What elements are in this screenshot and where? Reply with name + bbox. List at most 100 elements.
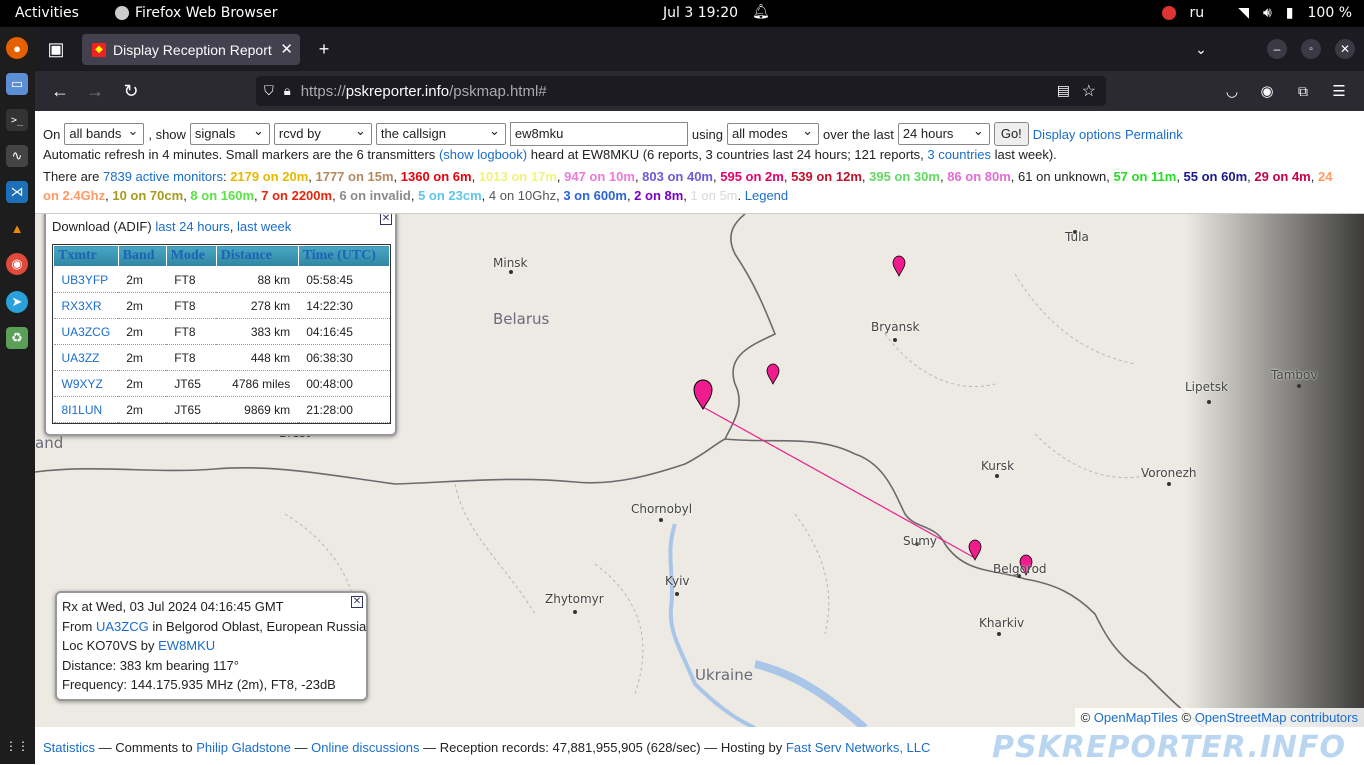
- minimize-icon[interactable]: –: [1267, 39, 1287, 59]
- night-shading: [1185, 214, 1364, 727]
- modes-select[interactable]: all modes: [727, 123, 819, 145]
- menu-icon[interactable]: ☰: [1328, 80, 1350, 102]
- show-apps-icon[interactable]: ⋮⋮: [5, 735, 29, 757]
- cell-mode: JT65: [166, 396, 217, 423]
- direction-select[interactable]: rcvd by: [273, 123, 372, 145]
- receiver-marker[interactable]: [693, 379, 713, 411]
- show-logbook-link[interactable]: (show logbook): [439, 147, 527, 162]
- chrome-tray-icon[interactable]: [1161, 6, 1176, 20]
- hosting-link[interactable]: Fast Serv Networks, LLC: [786, 740, 931, 755]
- reports-popup-close-icon[interactable]: ✕: [380, 214, 392, 225]
- vlc-dock-icon[interactable]: ▲: [6, 217, 28, 239]
- trash-dock-icon[interactable]: ♻: [6, 327, 28, 349]
- url-path: /pskmap.html#: [449, 82, 547, 100]
- firefox-view-icon[interactable]: ▣: [45, 38, 67, 60]
- vscode-dock-icon[interactable]: ⋊: [6, 181, 28, 203]
- cell-txmtr[interactable]: 8I1LUN: [53, 396, 119, 423]
- account-icon[interactable]: ◉: [1256, 80, 1278, 102]
- cell-distance: 383 km: [216, 318, 299, 345]
- back-icon[interactable]: ←: [49, 80, 71, 102]
- cell-txmtr[interactable]: UA3ZCG: [53, 318, 119, 345]
- tx-marker-ua3zcg[interactable]: [968, 539, 982, 561]
- th-time[interactable]: Time (UTC): [297, 245, 391, 267]
- tab-display-reception-report[interactable]: ◆ Display Reception Report ✕: [82, 34, 300, 65]
- dock: ● ▭ >_ ∿ ⋊ ▲ ◉ ➤ ♻ ⋮⋮: [0, 27, 35, 764]
- openmaptiles-link[interactable]: OpenMapTiles: [1094, 710, 1178, 725]
- philip-gladstone-link[interactable]: Philip Gladstone: [196, 740, 291, 755]
- callsign-input[interactable]: ew8mku: [509, 122, 688, 146]
- reader-view-icon[interactable]: ▤: [1057, 82, 1070, 99]
- active-monitors-link[interactable]: 7839 active monitors: [103, 169, 223, 184]
- target-select[interactable]: the callsign: [375, 123, 506, 145]
- cell-txmtr[interactable]: UA3ZZ: [53, 344, 119, 371]
- download-24h-link[interactable]: last 24 hours: [155, 219, 229, 234]
- terminal-dock-icon[interactable]: >_: [6, 109, 28, 131]
- tx-marker-rx3xr[interactable]: [892, 255, 906, 277]
- reload-icon[interactable]: ↻: [120, 80, 142, 102]
- cell-txmtr[interactable]: W9XYZ: [53, 370, 119, 397]
- online-discussions-link[interactable]: Online discussions: [311, 740, 419, 755]
- city-sumy: Sumy: [903, 534, 938, 548]
- rx-loc-line: Loc KO70VS by EW8MKU: [62, 636, 361, 656]
- extensions-icon[interactable]: ⧉: [1292, 80, 1314, 102]
- cell-band: 2m: [118, 292, 167, 319]
- close-window-icon[interactable]: ✕: [1335, 39, 1355, 59]
- lock-icon[interactable]: 🔒︎: [284, 83, 291, 99]
- url-bar[interactable]: ⛉ 🔒︎ https:// pskreporter.info /pskmap.h…: [256, 76, 1106, 106]
- pocket-icon[interactable]: ◡: [1221, 80, 1243, 102]
- belarus-ukraine-border: [35, 438, 726, 485]
- tx-marker-ub3yfp[interactable]: [766, 363, 780, 385]
- maximize-icon[interactable]: ▫: [1301, 39, 1321, 59]
- city-zhytomyr: Zhytomyr: [545, 592, 604, 606]
- pskreporter-favicon: ◆: [92, 42, 106, 57]
- activities-button[interactable]: Activities: [15, 5, 79, 21]
- table-row: 8I1LUN 2m JT65 9869 km 21:28:00: [53, 396, 390, 423]
- tab-close-icon[interactable]: ✕: [280, 40, 293, 58]
- files-dock-icon[interactable]: ▭: [6, 73, 28, 95]
- period-select[interactable]: 24 hours: [897, 123, 990, 145]
- telegram-dock-icon[interactable]: ➤: [6, 291, 28, 313]
- band-count: 8 on 160m: [190, 188, 255, 203]
- cell-txmtr[interactable]: RX3XR: [53, 292, 119, 319]
- band-count: 57 on 11m: [1113, 169, 1177, 184]
- th-txmtr[interactable]: Txmtr: [53, 245, 119, 267]
- rx-from-label: From: [62, 618, 93, 634]
- over-label: over the last: [823, 126, 894, 142]
- band-counts: There are 7839 active monitors: 2179 on …: [43, 167, 1348, 205]
- statistics-link[interactable]: Statistics: [43, 740, 95, 755]
- bookmark-star-icon[interactable]: ☆: [1082, 81, 1096, 101]
- city-minsk: Minsk: [493, 256, 528, 270]
- list-tabs-icon[interactable]: ⌄: [1190, 38, 1212, 60]
- firefox-dock-icon[interactable]: ●: [6, 37, 28, 59]
- system-top-bar: Activities Firefox Web Browser Jul 3 19:…: [0, 0, 1364, 27]
- show-select[interactable]: signals: [189, 123, 270, 145]
- rx-popup-close-icon[interactable]: ✕: [351, 596, 363, 608]
- new-tab-icon[interactable]: +: [313, 38, 335, 60]
- th-band[interactable]: Band: [117, 245, 167, 267]
- chrome-dock-icon[interactable]: ◉: [6, 253, 28, 275]
- rx-loc-call-link[interactable]: EW8MKU: [158, 638, 215, 653]
- th-distance[interactable]: Distance: [215, 245, 299, 267]
- countries-link[interactable]: 3 countries: [927, 147, 991, 162]
- bryansk-dot: [893, 338, 897, 342]
- tracking-shield-icon[interactable]: ⛉: [264, 83, 274, 99]
- permalink-link[interactable]: Permalink: [1125, 127, 1183, 142]
- cell-txmtr[interactable]: UB3YFP: [53, 266, 119, 293]
- osm-link[interactable]: OpenStreetMap contributors: [1195, 710, 1358, 725]
- app-menu[interactable]: Firefox Web Browser: [115, 5, 278, 21]
- display-options-link[interactable]: Display options: [1033, 127, 1121, 142]
- go-button[interactable]: Go!: [993, 122, 1029, 146]
- bands-select[interactable]: all bands: [64, 123, 145, 145]
- clock[interactable]: Jul 3 19:20: [663, 5, 738, 21]
- band-count: 10 on 70cm: [112, 188, 184, 203]
- table-row: UA3ZCG 2m FT8 383 km 04:16:45: [53, 318, 390, 345]
- legend-link[interactable]: Legend: [745, 188, 788, 203]
- th-mode[interactable]: Mode: [165, 245, 217, 267]
- system-monitor-dock-icon[interactable]: ∿: [6, 145, 28, 167]
- keyboard-layout[interactable]: ru: [1190, 5, 1205, 21]
- region-borders: [284, 273, 1156, 695]
- download-week-link[interactable]: last week: [237, 219, 291, 234]
- map-attribution: © OpenMapTiles © OpenStreetMap contribut…: [1074, 708, 1364, 727]
- map[interactable]: Minsk Bryansk Tula Lipetsk Tambov Kursk …: [35, 213, 1364, 727]
- rx-from-call-link[interactable]: UA3ZCG: [96, 619, 149, 634]
